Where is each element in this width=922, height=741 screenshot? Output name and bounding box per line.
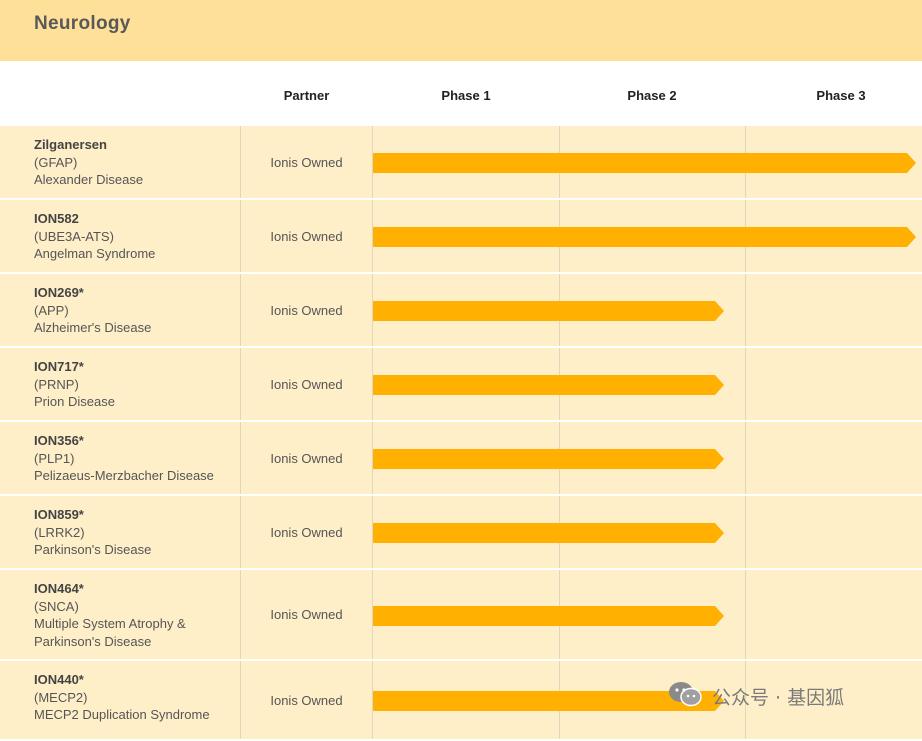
program-cell: ION464* (SNCA) Multiple System Atrophy & P…	[0, 570, 241, 659]
table-row: ION464* (SNCA) Multiple System Atrophy & P…	[0, 570, 922, 661]
program-name: ION717*	[34, 359, 84, 374]
program-indication: Prion Disease	[34, 394, 115, 409]
phase-progress-bar	[373, 605, 724, 626]
phase-progress-bar	[373, 301, 724, 321]
program-target: (PRNP)	[34, 376, 79, 392]
program-target: (GFAP)	[34, 154, 78, 170]
program-name: ION269*	[34, 285, 84, 300]
phase-progress-bar	[373, 227, 916, 247]
program-indication: MECP2 Duplication Syndrome	[34, 707, 210, 722]
section-title: Neurology	[34, 13, 131, 34]
program-info: ION440* (MECP2) MECP2 Duplication Syndrome	[34, 671, 210, 724]
phase-progress-bar	[373, 523, 724, 543]
phase-progress-bar	[373, 449, 724, 469]
progress-arrow	[373, 605, 724, 626]
program-target: (SNCA)	[34, 598, 79, 614]
program-cell: ION440* (MECP2) MECP2 Duplication Syndrome	[0, 661, 241, 739]
program-indication: Parkinson's Disease	[34, 542, 152, 557]
phase-progress-bar	[373, 153, 916, 173]
watermark-text: 公众号 · 基因狐	[712, 686, 845, 709]
program-cell: ION717* (PRNP) Prion Disease	[0, 348, 241, 420]
table-row: ION269* (APP) Alzheimer's Disease Ionis Own…	[0, 274, 922, 348]
phase-divider	[745, 274, 746, 346]
partner-cell: Ionis Owned	[241, 422, 373, 494]
program-target: (LRRK2)	[34, 524, 85, 540]
progress-arrow	[373, 153, 916, 173]
program-name: ION582	[34, 211, 79, 226]
partner-cell: Ionis Owned	[241, 274, 373, 346]
progress-arrow	[373, 449, 724, 469]
program-indication: Angelman Syndrome	[34, 246, 156, 261]
table-row: Zilganersen (GFAP) Alexander Disease Ionis …	[0, 126, 922, 200]
phase-divider	[745, 570, 746, 659]
program-indication: Multiple System Atrophy & Parkinson's Di…	[34, 616, 186, 649]
program-target: (APP)	[34, 302, 69, 318]
partner-cell: Ionis Owned	[241, 570, 373, 659]
column-header-partner: Partner	[283, 88, 330, 103]
column-header-phase3: Phase 3	[816, 88, 866, 103]
program-name: Zilganersen	[34, 137, 107, 152]
partner-cell: Ionis Owned	[241, 200, 373, 272]
program-indication: Pelizaeus-Merzbacher Disease	[34, 468, 214, 483]
program-info: ION859* (LRRK2) Parkinson's Disease	[34, 506, 151, 559]
table-row: ION859* (LRRK2) Parkinson's Disease Ionis O…	[0, 496, 922, 570]
progress-arrow	[373, 375, 724, 395]
program-indication: Alzheimer's Disease	[34, 320, 152, 335]
program-info: Zilganersen (GFAP) Alexander Disease	[34, 136, 143, 189]
column-header-row: Partner Phase 1 Phase 2 Phase 3	[0, 61, 922, 127]
program-info: ION269* (APP) Alzheimer's Disease	[34, 284, 151, 337]
program-cell: ION269* (APP) Alzheimer's Disease	[0, 274, 241, 346]
partner-cell: Ionis Owned	[241, 348, 373, 420]
column-header-phase1: Phase 1	[441, 88, 491, 103]
phase-progress-bar	[373, 375, 724, 395]
table-row: ION717* (PRNP) Prion Disease Ionis Owned	[0, 348, 922, 422]
program-cell: ION356* (PLP1) Pelizaeus-Merzbacher Diseas…	[0, 422, 241, 494]
phase-divider	[745, 348, 746, 420]
program-info: ION717* (PRNP) Prion Disease	[34, 358, 115, 411]
phase-divider	[745, 496, 746, 568]
program-info: ION582 (UBE3A-ATS) Angelman Syndrome	[34, 210, 155, 263]
program-target: (PLP1)	[34, 450, 75, 466]
wechat-icon	[668, 680, 704, 713]
partner-cell: Ionis Owned	[241, 126, 373, 198]
program-indication: Alexander Disease	[34, 172, 144, 187]
program-cell: ION859* (LRRK2) Parkinson's Disease	[0, 496, 241, 568]
table-row: ION356* (PLP1) Pelizaeus-Merzbacher Diseas…	[0, 422, 922, 496]
progress-arrow	[373, 227, 916, 247]
program-target: (MECP2)	[34, 689, 88, 705]
program-target: (UBE3A-ATS)	[34, 228, 114, 244]
progress-arrow	[373, 301, 724, 321]
partner-cell: Ionis Owned	[241, 496, 373, 568]
progress-arrow	[373, 523, 724, 543]
section-header: Neurology	[0, 0, 922, 61]
program-cell: Zilganersen (GFAP) Alexander Disease	[0, 126, 241, 198]
program-name: ION859*	[34, 507, 84, 522]
program-name: ION440*	[34, 672, 84, 687]
program-name: ION356*	[34, 433, 84, 448]
partner-cell: Ionis Owned	[241, 661, 373, 739]
table-row: ION582 (UBE3A-ATS) Angelman Syndrome Ionis …	[0, 200, 922, 274]
program-cell: ION582 (UBE3A-ATS) Angelman Syndrome	[0, 200, 241, 272]
column-header-phase2: Phase 2	[627, 88, 677, 103]
program-info: ION464* (SNCA) Multiple System Atrophy & P…	[34, 580, 240, 650]
phase-divider	[745, 422, 746, 494]
program-name: ION464*	[34, 581, 84, 596]
watermark: 公众号 · 基因狐	[668, 680, 844, 712]
program-info: ION356* (PLP1) Pelizaeus-Merzbacher Diseas…	[34, 432, 214, 485]
